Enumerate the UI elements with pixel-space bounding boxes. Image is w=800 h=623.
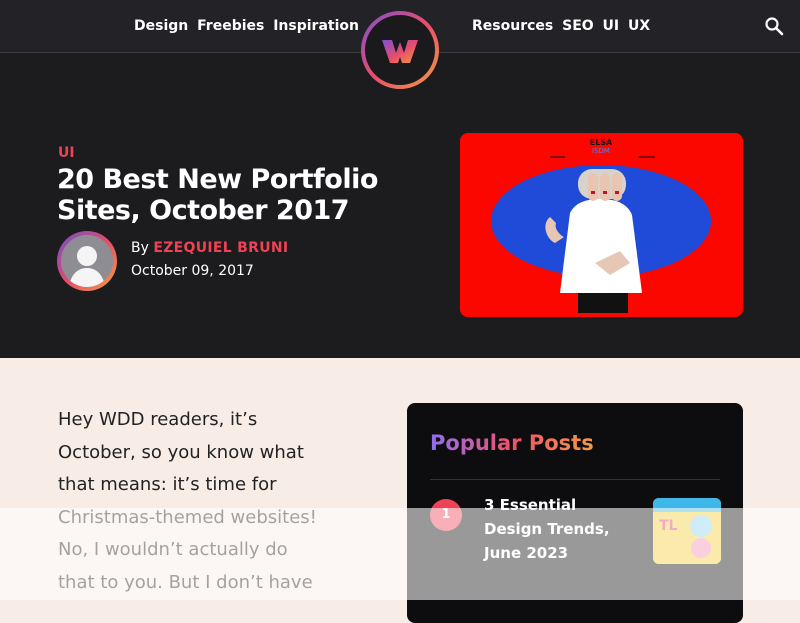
author-link[interactable]: EZEQUIEL BRUNI — [153, 240, 288, 256]
logo-inner — [365, 15, 435, 85]
article-body: Hey WDD readers, it’s October, so you kn… — [58, 409, 317, 593]
thumbnail-lettering: TL — [659, 518, 678, 534]
poster-subline: ISDM — [592, 147, 610, 155]
nav-right-group: Resources SEO UI UX — [472, 18, 654, 34]
featured-image-illustration: ELSA ISDM — [460, 133, 743, 317]
byline: By EZEQUIEL BRUNI — [131, 240, 288, 256]
publish-date: October 09, 2017 — [131, 263, 254, 279]
by-label: By — [131, 240, 149, 256]
nav-item-seo[interactable]: SEO — [562, 18, 594, 34]
sidebar-divider — [430, 479, 720, 480]
nav-item-inspiration[interactable]: Inspiration — [273, 18, 359, 34]
category-link[interactable]: UI — [58, 145, 75, 161]
post-rank-badge: 1 — [430, 499, 462, 531]
popular-posts-title: Popular Posts — [430, 431, 594, 455]
featured-image[interactable]: ELSA ISDM — [460, 133, 743, 317]
nav-left-group: Design Freebies Inspiration — [134, 18, 363, 34]
site-logo[interactable] — [361, 11, 439, 89]
search-icon[interactable] — [764, 16, 784, 36]
popular-posts-widget: Popular Posts 1 3 Essential Design Trend… — [407, 403, 743, 623]
thumbnail-illustration: TL — [653, 498, 721, 564]
logo-w-mark-icon — [382, 40, 418, 63]
popular-post-link[interactable]: 3 Essential Design Trends, June 2023 — [484, 493, 634, 565]
poster-headline: ELSA — [590, 138, 613, 147]
nav-item-freebies[interactable]: Freebies — [197, 18, 264, 34]
author-avatar[interactable] — [57, 231, 117, 291]
nav-item-ui[interactable]: UI — [603, 18, 620, 34]
avatar-photo — [61, 235, 113, 287]
nav-item-ux[interactable]: UX — [628, 18, 650, 34]
user-silhouette-icon — [61, 235, 113, 287]
nav-item-resources[interactable]: Resources — [472, 18, 553, 34]
article-title: 20 Best New Portfolio Sites, October 201… — [57, 164, 378, 226]
nav-item-design[interactable]: Design — [134, 18, 188, 34]
popular-post-thumbnail[interactable]: TL — [653, 498, 721, 564]
